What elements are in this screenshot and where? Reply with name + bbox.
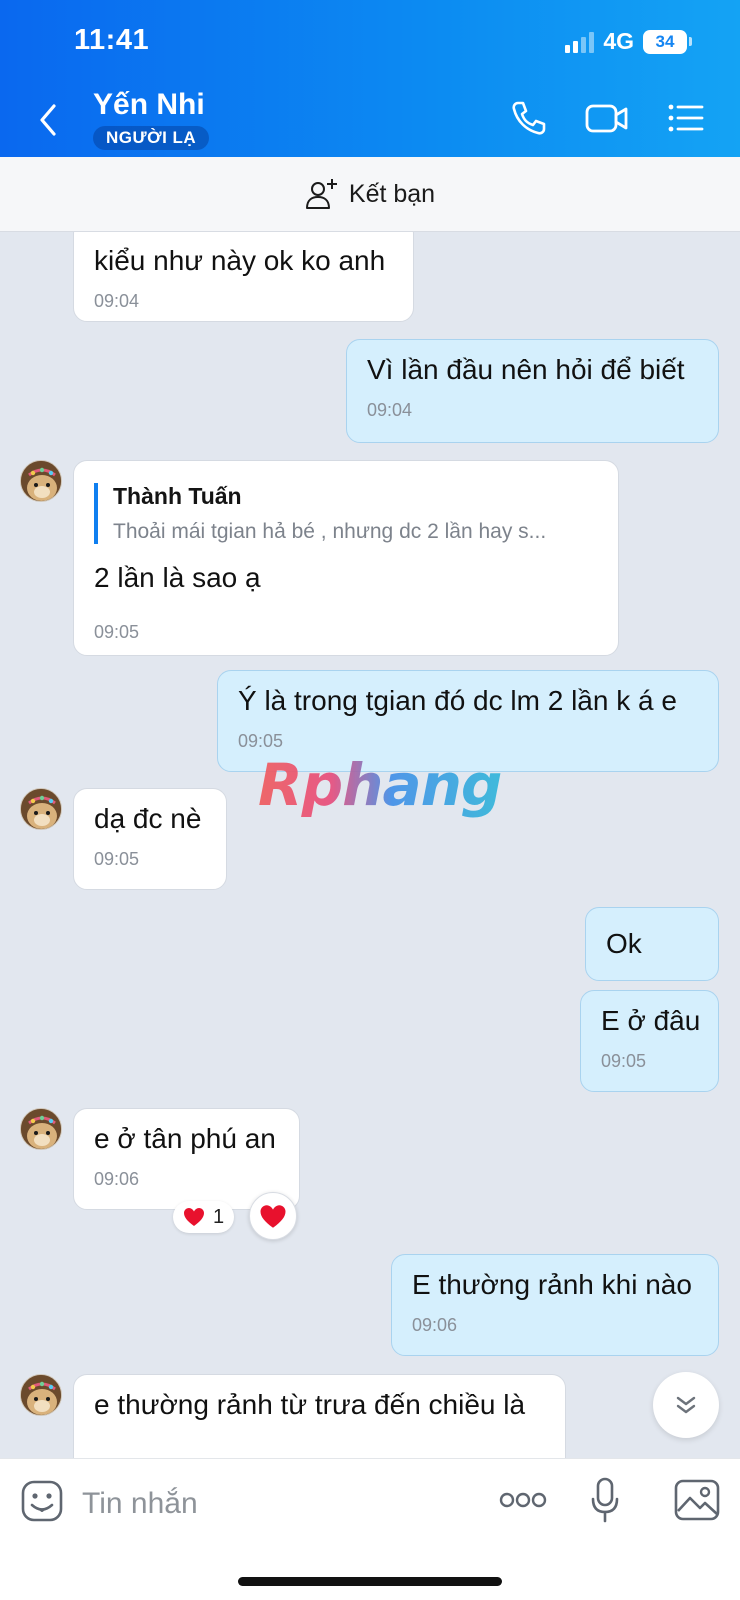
back-button[interactable]	[30, 100, 70, 140]
heart-icon	[184, 1208, 204, 1226]
phone-icon	[512, 101, 546, 135]
quoted-text: Thoải mái tgian hả bé , nhưng dc 2 lần h…	[113, 520, 547, 543]
reaction-count: 1	[213, 1205, 225, 1228]
message-text: e thường rảnh từ trưa đến chiều là	[94, 1389, 526, 1420]
message-time: 09:06	[94, 1169, 140, 1189]
avatar[interactable]	[20, 1108, 62, 1150]
status-time: 11:41	[74, 24, 150, 56]
message-incoming-reply[interactable]: Thành Tuấn Thoải mái tgian hả bé , nhưng…	[73, 460, 619, 656]
add-friend-label: Kết bạn	[348, 179, 436, 208]
hamster-avatar-icon	[21, 461, 61, 501]
avatar[interactable]	[20, 460, 62, 502]
avatar[interactable]	[20, 1374, 62, 1416]
message-text: E ở đâu	[601, 1005, 701, 1036]
stranger-badge: NGƯỜI LẠ	[93, 126, 210, 150]
reaction-summary[interactable]: 1	[173, 1201, 235, 1233]
more-button[interactable]	[499, 1489, 547, 1516]
message-incoming[interactable]: e thường rảnh từ trưa đến chiều là	[73, 1374, 566, 1458]
message-time: 09:05	[94, 849, 140, 869]
message-text: E thường rảnh khi nào	[412, 1269, 692, 1300]
more-icon	[499, 1492, 547, 1508]
add-friend-icon	[305, 179, 337, 209]
chevron-down-icon	[676, 1396, 696, 1414]
message-text: e ở tân phú an	[94, 1123, 276, 1154]
hamster-avatar-icon	[21, 1375, 61, 1415]
message-incoming[interactable]: dạ đc nè 09:05	[73, 788, 227, 890]
contact-name[interactable]: Yến Nhi	[93, 88, 205, 122]
battery-icon: 34	[643, 29, 687, 54]
message-time: 09:05	[601, 1051, 647, 1071]
sticker-icon	[21, 1480, 63, 1522]
react-button[interactable]	[249, 1192, 297, 1240]
message-text: kiểu như này ok ko anh	[94, 245, 386, 276]
scroll-to-bottom-button[interactable]	[653, 1372, 719, 1438]
message-time: 09:04	[367, 400, 413, 420]
back-icon	[40, 104, 56, 136]
message-text: Vì lần đầu nên hỏi để biết	[367, 354, 685, 385]
watermark-logo: Rphang	[258, 751, 502, 819]
message-outgoing[interactable]: Ok	[585, 907, 719, 981]
mic-icon	[591, 1477, 619, 1523]
hamster-avatar-icon	[21, 789, 61, 829]
video-call-icon	[585, 104, 628, 133]
quoted-author: Thành Tuấn	[113, 483, 242, 509]
message-time: 09:06	[412, 1315, 458, 1335]
heart-icon	[260, 1204, 286, 1228]
message-input-bar: Tin nhắn	[0, 1458, 740, 1600]
voice-button[interactable]	[590, 1477, 620, 1528]
network-type: 4G	[603, 28, 634, 54]
message-outgoing[interactable]: E ở đâu 09:05	[580, 990, 719, 1092]
sticker-button[interactable]	[20, 1479, 64, 1528]
image-button[interactable]	[674, 1479, 720, 1526]
message-text: Ý là trong tgian đó dc lm 2 lần k á e	[238, 685, 677, 716]
menu-icon	[668, 104, 704, 132]
message-time: 09:05	[94, 622, 140, 642]
quoted-message[interactable]: Thành Tuấn Thoải mái tgian hả bé , nhưng…	[94, 483, 598, 544]
menu-button[interactable]	[666, 98, 710, 138]
add-friend-bar[interactable]: Kết bạn	[0, 157, 740, 232]
message-text: dạ đc nè	[94, 803, 202, 834]
home-indicator	[238, 1577, 502, 1586]
message-text: 2 lần là sao ạ	[94, 562, 261, 593]
video-call-button[interactable]	[584, 98, 628, 138]
signal-icon	[565, 31, 595, 53]
avatar[interactable]	[20, 788, 62, 830]
status-indicators: 4G 34	[565, 28, 692, 55]
message-outgoing[interactable]: E thường rảnh khi nào 09:06	[391, 1254, 719, 1356]
call-button[interactable]	[508, 98, 552, 138]
message-incoming[interactable]: kiểu như này ok ko anh 09:04	[73, 232, 414, 322]
header: 11:41 4G 34 Yến Nhi NGƯỜI LẠ	[0, 0, 740, 157]
message-time: 09:04	[94, 291, 140, 311]
battery-nub	[689, 37, 692, 46]
message-text: Ok	[606, 928, 642, 959]
message-outgoing[interactable]: Vì lần đầu nên hỏi để biết 09:04	[346, 339, 719, 443]
chat-area[interactable]: kiểu như này ok ko anh 09:04 Vì lần đầu …	[0, 232, 740, 1458]
image-icon	[674, 1479, 720, 1521]
message-input[interactable]: Tin nhắn	[82, 1487, 198, 1521]
hamster-avatar-icon	[21, 1109, 61, 1149]
message-time: 09:05	[238, 731, 284, 751]
